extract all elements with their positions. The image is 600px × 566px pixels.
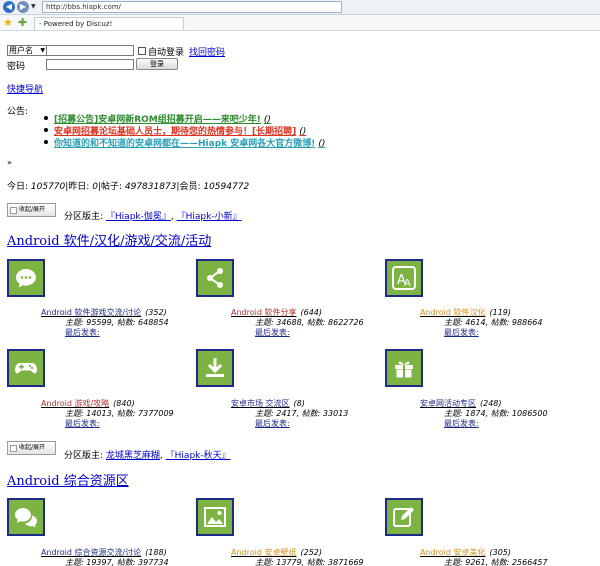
last-post-link[interactable]: 最后发表: xyxy=(255,327,290,338)
forum-title[interactable]: Android 软件游戏交流/讨论 xyxy=(41,308,141,317)
forum-title[interactable]: Android 软件分享 xyxy=(231,308,296,317)
forum-title[interactable]: 安卓市场 交流区 xyxy=(231,399,290,408)
forum-title[interactable]: 安卓网活动专区 xyxy=(420,399,476,408)
page-content: 用户名 ▼ 自动登录 找回密码 密码 登录 快捷导航 公告: [招募公告]安卓网新… xyxy=(0,32,600,566)
back-arrow-icon[interactable]: ◀ xyxy=(3,1,15,13)
announcement-item: [招募公告]安卓网新ROM组招募开启——来吧少年!() xyxy=(44,112,594,125)
posts-label: |帖子: xyxy=(97,182,125,192)
moderator-link[interactable]: 『Hiapk-小新』 xyxy=(177,212,242,222)
forum-count: (8) xyxy=(293,399,305,408)
svg-text:A: A xyxy=(404,278,411,289)
username-input[interactable] xyxy=(46,45,134,56)
forum-count: (352) xyxy=(145,308,167,317)
collapse-toggle-button[interactable]: 收起/展开 xyxy=(7,441,56,455)
password-input[interactable] xyxy=(46,59,134,70)
share-icon[interactable] xyxy=(196,259,234,297)
last-post-link[interactable]: 最后发表: xyxy=(65,418,100,429)
forum-title[interactable]: Android 综合资源交流/讨论 xyxy=(41,548,141,557)
forward-arrow-icon[interactable]: ▶ xyxy=(17,1,29,13)
last-post-link[interactable]: 最后发表: xyxy=(444,418,479,429)
moderator-label: 分区版主: xyxy=(64,451,106,461)
announcement-item: 你知道的和不知道的安卓网都在——Hiapk 安卓网各大官方微博!() xyxy=(44,136,594,149)
toggle-label: 收起/展开 xyxy=(19,206,46,213)
chat-bubble-icon[interactable] xyxy=(7,259,45,297)
moderator-link[interactable]: 『Hiapk-秋天』 xyxy=(166,451,231,461)
download-icon[interactable] xyxy=(196,349,234,387)
history-dropdown-icon[interactable]: ▼ xyxy=(31,3,36,10)
forum-title[interactable]: Android 安卓美化 xyxy=(420,548,485,557)
chat-bubbles-icon[interactable] xyxy=(7,498,45,536)
section-title[interactable]: Android 综合资源区 xyxy=(7,470,129,489)
forum-title[interactable]: Android 安卓壁纸 xyxy=(231,548,296,557)
forum-title[interactable]: Android 游戏/攻略 xyxy=(41,399,109,408)
image-icon[interactable] xyxy=(196,498,234,536)
auto-login-label: 自动登录 xyxy=(148,48,185,58)
toggle-label: 收起/展开 xyxy=(19,444,46,451)
members-label: |会员: xyxy=(176,182,204,192)
forum-title[interactable]: Android 软件汉化 xyxy=(420,308,485,317)
announcement-link[interactable]: 你知道的和不知道的安卓网都在——Hiapk 安卓网各大官方微博!() xyxy=(54,136,325,149)
add-favorite-icon[interactable]: ✚ xyxy=(18,16,27,29)
forum-stats: 主题: 9261, 帖数: 2566457 xyxy=(444,558,548,566)
font-translate-icon[interactable]: AA xyxy=(385,259,423,297)
find-password-link[interactable]: 找回密码 xyxy=(189,45,225,58)
username-type-select[interactable]: 用户名 ▼ xyxy=(7,45,47,56)
section-moderators: 分区版主: 『Hiapk-伽冕』, 『Hiapk-小新』 xyxy=(64,212,242,222)
announcement-item: 安卓网招募论坛基础人员士，期待您的热情参与！[长期招聘]() xyxy=(44,124,594,137)
bullet-icon xyxy=(44,140,48,144)
bullet-icon xyxy=(44,128,48,132)
forum-stats-line: 今日: 105770|昨日: 0|帖子: 497831873|会员: 10594… xyxy=(7,179,249,192)
today-label: 今日: xyxy=(7,182,31,192)
moderator-label: 分区版主: xyxy=(64,212,106,222)
username-select-label: 用户名 xyxy=(9,46,33,55)
announcement-date: () xyxy=(318,139,326,149)
collapse-toggle-button[interactable]: 收起/展开 xyxy=(7,203,56,217)
announcement-list: [招募公告]安卓网新ROM组招募开启——来吧少年!() 安卓网招募论坛基础人员士… xyxy=(44,112,594,149)
password-label: 密码 xyxy=(7,62,26,72)
posts-count: 497831873 xyxy=(124,182,177,192)
edit-icon[interactable] xyxy=(385,498,423,536)
last-post-link[interactable]: 最后发表: xyxy=(255,418,290,429)
forum-count: (248) xyxy=(480,399,502,408)
forum-count: (119) xyxy=(489,308,511,317)
forum-count: (305) xyxy=(489,548,511,557)
favorites-bar: ★ ✚ - Powered by Discuz! xyxy=(0,15,600,31)
browser-tab[interactable]: - Powered by Discuz! xyxy=(34,17,184,30)
today-count: 105770 xyxy=(30,182,66,192)
moderator-link[interactable]: 龙城黑芝麻糊 xyxy=(106,451,160,461)
announcement-text[interactable]: 你知道的和不知道的安卓网都在——Hiapk 安卓网各大官方微博! xyxy=(54,139,315,149)
forum-stats: 主题: 13779, 帖数: 3871669 xyxy=(255,558,364,566)
section-title[interactable]: Android 软件/汉化/游戏/交流/活动 xyxy=(7,230,211,249)
moderator-link[interactable]: 『Hiapk-伽冕』 xyxy=(106,212,171,222)
gift-icon[interactable] xyxy=(385,349,423,387)
last-post-link[interactable]: 最后发表: xyxy=(65,327,100,338)
forum-count: (840) xyxy=(113,399,135,408)
forum-count: (188) xyxy=(145,548,167,557)
bullet-icon xyxy=(44,116,48,120)
yesterday-label: |昨日: xyxy=(65,182,93,192)
section-moderators: 分区版主: 龙城黑芝麻糊, 『Hiapk-秋天』 xyxy=(64,451,231,461)
address-bar[interactable]: http://bbs.hiapk.com/ xyxy=(42,1,342,13)
toggle-icon xyxy=(10,445,17,452)
gamepad-icon[interactable] xyxy=(7,349,45,387)
auto-login-checkbox[interactable] xyxy=(138,47,146,55)
browser-toolbar: ◀ ▶ ▼ http://bbs.hiapk.com/ xyxy=(0,0,600,15)
last-post-link[interactable]: 最后发表: xyxy=(444,327,479,338)
announcement-label: 公告: xyxy=(7,107,29,117)
forum-count: (252) xyxy=(300,548,322,557)
forum-stats: 主题: 19397, 帖数: 397734 xyxy=(65,558,169,566)
toggle-icon xyxy=(10,207,17,214)
login-button[interactable]: 登录 xyxy=(136,58,178,70)
members-count: 10594772 xyxy=(203,182,250,192)
nav-glyph[interactable]: » xyxy=(7,158,12,167)
forum-count: (644) xyxy=(300,308,322,317)
chevron-down-icon: ▼ xyxy=(40,47,45,54)
favorites-star-icon[interactable]: ★ xyxy=(3,16,13,29)
quick-nav-link[interactable]: 快捷导航 xyxy=(7,82,43,95)
